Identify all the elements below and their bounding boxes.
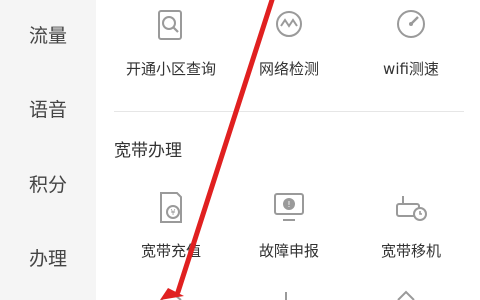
network-check-icon	[276, 11, 302, 37]
divider	[114, 111, 464, 112]
partial-icon	[397, 290, 415, 300]
search-document-icon	[158, 10, 182, 40]
tile-label: 开通小区查询	[125, 60, 216, 78]
tile-broadband-move[interactable]: 宽带移机	[346, 188, 476, 260]
sidebar-item-handle[interactable]: 办理	[0, 247, 96, 271]
tile-broadband-recharge[interactable]: ¥ 宽带充值	[106, 188, 236, 260]
speed-gauge-icon	[397, 10, 425, 38]
tile-label: 故障申报	[258, 242, 319, 260]
main-panel: 开通小区查询 网络检测 wifi测速 宽带办理 ¥ 宽带充值 ! 故障申报 宽带…	[96, 0, 480, 300]
sidebar-item-points[interactable]: 积分	[0, 173, 96, 197]
svg-text:!: !	[287, 200, 290, 209]
partial-icon	[160, 290, 182, 300]
tile-wifi-speed[interactable]: wifi测速	[346, 6, 476, 78]
tile-community-query[interactable]: 开通小区查询	[106, 6, 236, 78]
svg-text:¥: ¥	[170, 208, 175, 217]
tile-label: 网络检测	[258, 60, 319, 78]
sidebar: 流量 语音 积分 办理	[0, 0, 96, 300]
tile-fault-report[interactable]: ! 故障申报	[224, 188, 354, 260]
partial-icon	[285, 292, 287, 300]
tile-label: wifi测速	[383, 60, 439, 78]
section-title: 宽带办理	[114, 141, 182, 161]
sidebar-item-flow[interactable]: 流量	[0, 24, 96, 48]
tile-label: 宽带充值	[140, 242, 201, 260]
sidebar-item-voice[interactable]: 语音	[0, 98, 96, 122]
recharge-bill-icon: ¥	[160, 192, 182, 223]
fault-report-icon: !	[274, 193, 304, 221]
tile-label: 宽带移机	[380, 242, 441, 260]
router-move-icon	[396, 196, 427, 221]
tile-network-check[interactable]: 网络检测	[224, 6, 354, 78]
